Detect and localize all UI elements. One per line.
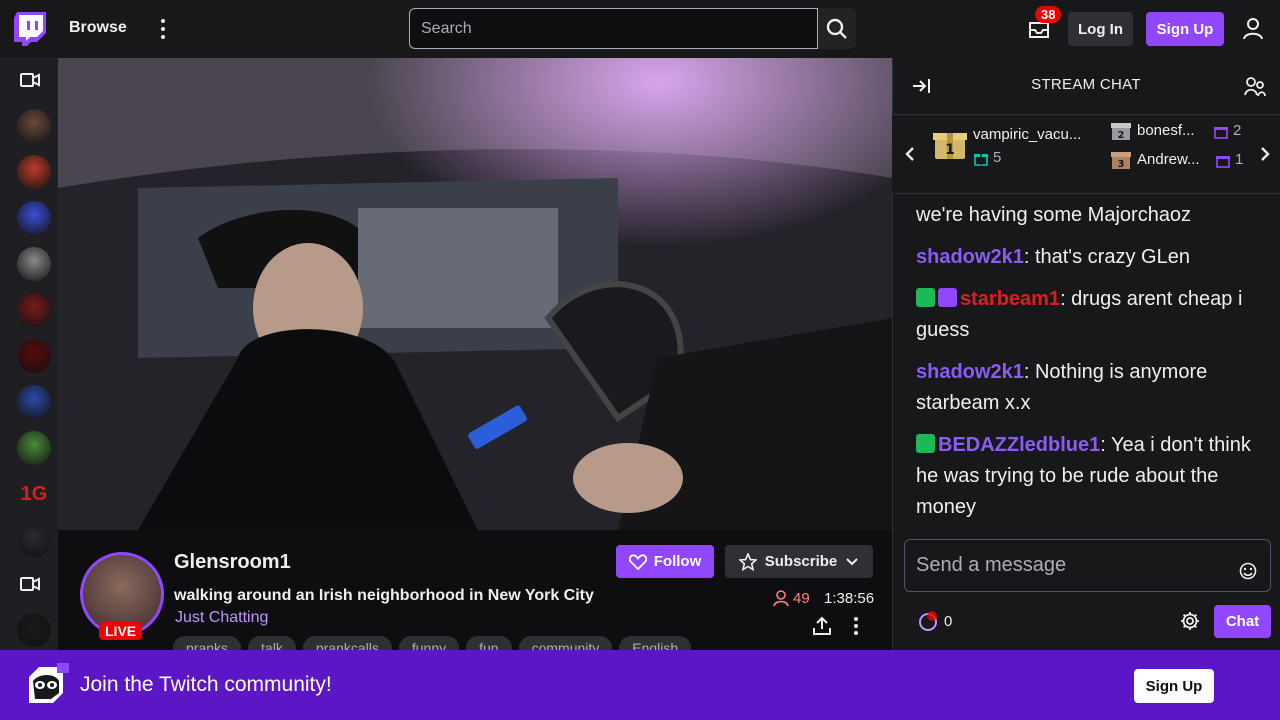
twitch-mascot-icon [29,663,69,703]
chat-messages: we're having some Majorchaoz shadow2k1: t… [916,200,1266,534]
chat-message: starbeam1: drugs arent cheap i guess [916,284,1266,346]
sidebar-channel-avatar[interactable] [17,431,51,465]
gifter-count: 1 [1235,151,1244,168]
chevron-down-icon [846,557,858,565]
gift-icon [1214,127,1228,139]
channel-name[interactable]: Glensroom1 [174,551,291,574]
channel-points-icon[interactable] [918,610,938,632]
search-input[interactable] [409,8,818,49]
chat-username[interactable]: shadow2k1 [916,361,1024,383]
stream-title: walking around an Irish neighborhood in … [174,587,594,604]
gifter-count: 5 [993,149,1002,166]
stream-category-link[interactable]: Just Chatting [175,609,268,627]
emote-picker-icon[interactable] [1239,562,1257,580]
star-icon [738,552,757,571]
chat-message: shadow2k1: Nothing is anymore starbeam x… [916,357,1266,419]
chat-message-text: we're having some Majorchaoz [916,204,1192,226]
banner-text: Join the Twitch community! [80,673,332,696]
chat-divider [892,193,1280,194]
svg-text:1: 1 [945,142,955,158]
search-icon [826,18,847,39]
sidebar-channel-avatar[interactable] [17,339,51,373]
chat-header: STREAM CHAT [1031,76,1141,93]
chat-username[interactable]: BEDAZZledblue1 [938,434,1100,456]
gift-rank-2-icon: 2 [1111,123,1131,141]
svg-text:3: 3 [1118,159,1125,170]
chat-message: we're having some Majorchaoz [916,200,1266,231]
twitch-logo-icon[interactable] [14,12,46,46]
top-nav: Browse 38 Log In Sign Up [0,0,1280,58]
browse-link[interactable]: Browse [69,19,127,37]
share-icon[interactable] [812,616,832,636]
gifter-count: 2 [1233,122,1242,139]
video-player[interactable] [58,58,892,530]
heart-icon [628,553,647,570]
follow-button[interactable]: Follow [616,545,714,578]
viewer-count-value: 49 [793,590,810,607]
chevron-left-icon[interactable] [903,145,917,163]
community-icon[interactable] [1244,76,1266,98]
chevron-right-icon[interactable] [1258,145,1272,163]
channel-points-value: 0 [944,613,953,630]
follow-label: Follow [653,553,702,570]
search-button[interactable] [818,8,856,49]
followed-channels-icon[interactable] [20,72,40,88]
sidebar-channel-avatar[interactable] [17,201,51,235]
sidebar-channel-avatar[interactable] [17,613,51,647]
user-menu-icon[interactable] [1242,17,1264,41]
sidebar-channel-avatar[interactable] [17,523,51,557]
chat-badge-icon[interactable] [938,288,957,307]
gear-icon[interactable] [1180,611,1200,631]
sidebar-channel-avatar[interactable] [17,385,51,419]
more-options-icon[interactable] [154,17,172,41]
chat-username[interactable]: starbeam1 [960,288,1060,310]
chat-message-text: : that's crazy GLen [1023,246,1190,268]
sidebar-channel-avatar[interactable] [17,109,51,143]
viewers-icon [773,590,789,607]
inbox-badge: 38 [1035,6,1062,23]
gift-rank-1-icon: 1 [933,133,967,159]
sidebar-channel-avatar[interactable] [17,247,51,281]
gift-icon [1216,156,1230,168]
chat-message: BEDAZZledblue1: Yea i don't think he was… [916,430,1266,523]
signup-button[interactable]: Sign Up [1146,12,1224,46]
chat-badge-icon[interactable] [916,288,935,307]
live-badge: LIVE [99,622,143,640]
gift-icon [974,154,988,166]
chat-input[interactable] [904,539,1271,592]
login-button[interactable]: Log In [1068,12,1133,46]
more-options-icon[interactable] [850,616,862,636]
stream-uptime: 1:38:56 [824,590,875,607]
chat-username[interactable]: shadow2k1 [916,246,1024,268]
banner-signup-button[interactable]: Sign Up [1134,669,1214,703]
chat-send-button[interactable]: Chat [1214,605,1271,638]
sidebar-channel-avatar[interactable] [17,293,51,327]
subscribe-button[interactable]: Subscribe [725,545,873,578]
subscribe-label: Subscribe [764,553,838,570]
gifter-name[interactable]: vampiric_vacu... [973,126,1081,143]
svg-text:2: 2 [1118,130,1125,141]
sidebar-channel-avatar[interactable]: 1G [17,477,51,511]
gifter-name[interactable]: bonesf... [1137,122,1195,139]
video-frame [58,58,892,530]
chat-message: shadow2k1: that's crazy GLen [916,242,1266,273]
sidebar-channel-avatar[interactable] [17,155,51,189]
gift-rank-3-icon: 3 [1111,152,1131,170]
chat-badge-icon[interactable] [916,434,935,453]
gifter-name[interactable]: Andrew... [1137,151,1200,168]
viewer-count: 49 [773,590,810,607]
live-channels-icon[interactable] [20,576,40,592]
